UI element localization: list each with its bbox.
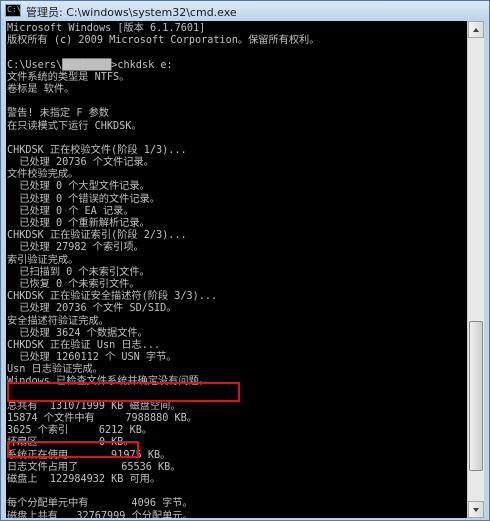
console-line: 安全描述符验证完成。 [7, 315, 109, 327]
console-line: Microsoft Windows [版本 6.1.7601] [7, 23, 206, 34]
cmd-window: C:\ 管理员: C:\windows\system32\cmd.exe Mic… [0, 0, 490, 521]
console-line: CHKDSK 正在验证索引(阶段 2/3)... [7, 230, 187, 242]
console-line: C:\Users\████████>chkdsk e: [7, 59, 173, 71]
console-line: 总共有 131071999 KB 磁盘空间。 [7, 400, 181, 412]
console-line: 版权所有 (c) 2009 Microsoft Corporation。保留所有… [7, 35, 320, 47]
console-line: CHKDSK 正在验证 Usn 日志... [7, 339, 161, 351]
console-line: 在只读模式下运行 CHKDSK。 [7, 120, 142, 132]
console-line: 卷标是 软件。 [7, 83, 75, 95]
console-line: 文件系统的类型是 NTFS。 [7, 71, 130, 83]
console-line: 文件校验完成。 [7, 169, 79, 181]
console-line: 已处理 20736 个文件 SD/SID。 [7, 303, 177, 315]
console-line: 已处理 1260112 个 USN 字节。 [7, 352, 177, 364]
console-line: 已处理 0 个重新解析记录。 [7, 218, 150, 229]
scroll-thumb[interactable] [469, 321, 483, 471]
console-line: 已恢复 0 个未索引文件。 [7, 278, 140, 290]
console-line: 已处理 0 个 EA 记录。 [7, 205, 134, 217]
console-line: CHKDSK 正在校验文件(阶段 1/3)... [7, 144, 187, 156]
console-line: 已扫描到 0 个未索引文件。 [7, 266, 150, 278]
console-line: 已处理 0 个大型文件记录。 [7, 181, 150, 193]
console-line: 已处理 27982 个索引项。 [7, 242, 144, 254]
scroll-down-button[interactable] [468, 501, 484, 518]
vertical-scrollbar[interactable] [467, 21, 484, 518]
console-line: Windows 已检查文件系统并确定没有问题。 [7, 376, 209, 388]
arrow-down-icon [473, 508, 479, 512]
console-line: 日志文件占用了 65536 KB。 [7, 461, 181, 473]
window-title: 管理员: C:\windows\system32\cmd.exe [26, 6, 237, 19]
console-line: Usn 日志验证完成。 [7, 364, 103, 376]
console-line: 3625 个索引 6212 KB。 [7, 425, 153, 437]
arrow-up-icon [473, 28, 479, 32]
console-line: 磁盘上 122984932 KB 可用。 [7, 473, 161, 485]
console-line: 已处理 20736 个文件记录。 [7, 157, 154, 169]
console-lines: Microsoft Windows [版本 6.1.7601] 版权所有 (c) … [7, 23, 465, 518]
console-line: 坏扇区 0 KB。 [7, 437, 134, 449]
cmd-icon[interactable]: C:\ [5, 4, 21, 17]
cmd-icon-label: C:\ [7, 5, 22, 14]
console-line: 每个分配单元中有 4096 字节。 [7, 498, 193, 510]
console-line: 已处理 3624 个数据文件。 [7, 327, 148, 339]
console-line: 系统正在使用 91975 KB。 [7, 449, 171, 461]
console-line: 索引验证完成。 [7, 254, 79, 266]
console-line: 磁盘上共有 32767999 个分配单元。 [7, 510, 193, 519]
console-line: 警告! 未指定 F 参数 [7, 108, 109, 120]
console-output[interactable]: Microsoft Windows [版本 6.1.7601] 版权所有 (c) … [6, 21, 467, 518]
console-line: 15874 个文件中有 7988880 KB。 [7, 413, 197, 424]
scroll-up-button[interactable] [468, 21, 484, 38]
console-line: 已处理 0 个错误的文件记录。 [7, 193, 160, 205]
title-bar[interactable]: C:\ 管理员: C:\windows\system32\cmd.exe [1, 1, 489, 21]
console-line: CHKDSK 正在验证安全描述符(阶段 3/3)... [7, 291, 218, 303]
